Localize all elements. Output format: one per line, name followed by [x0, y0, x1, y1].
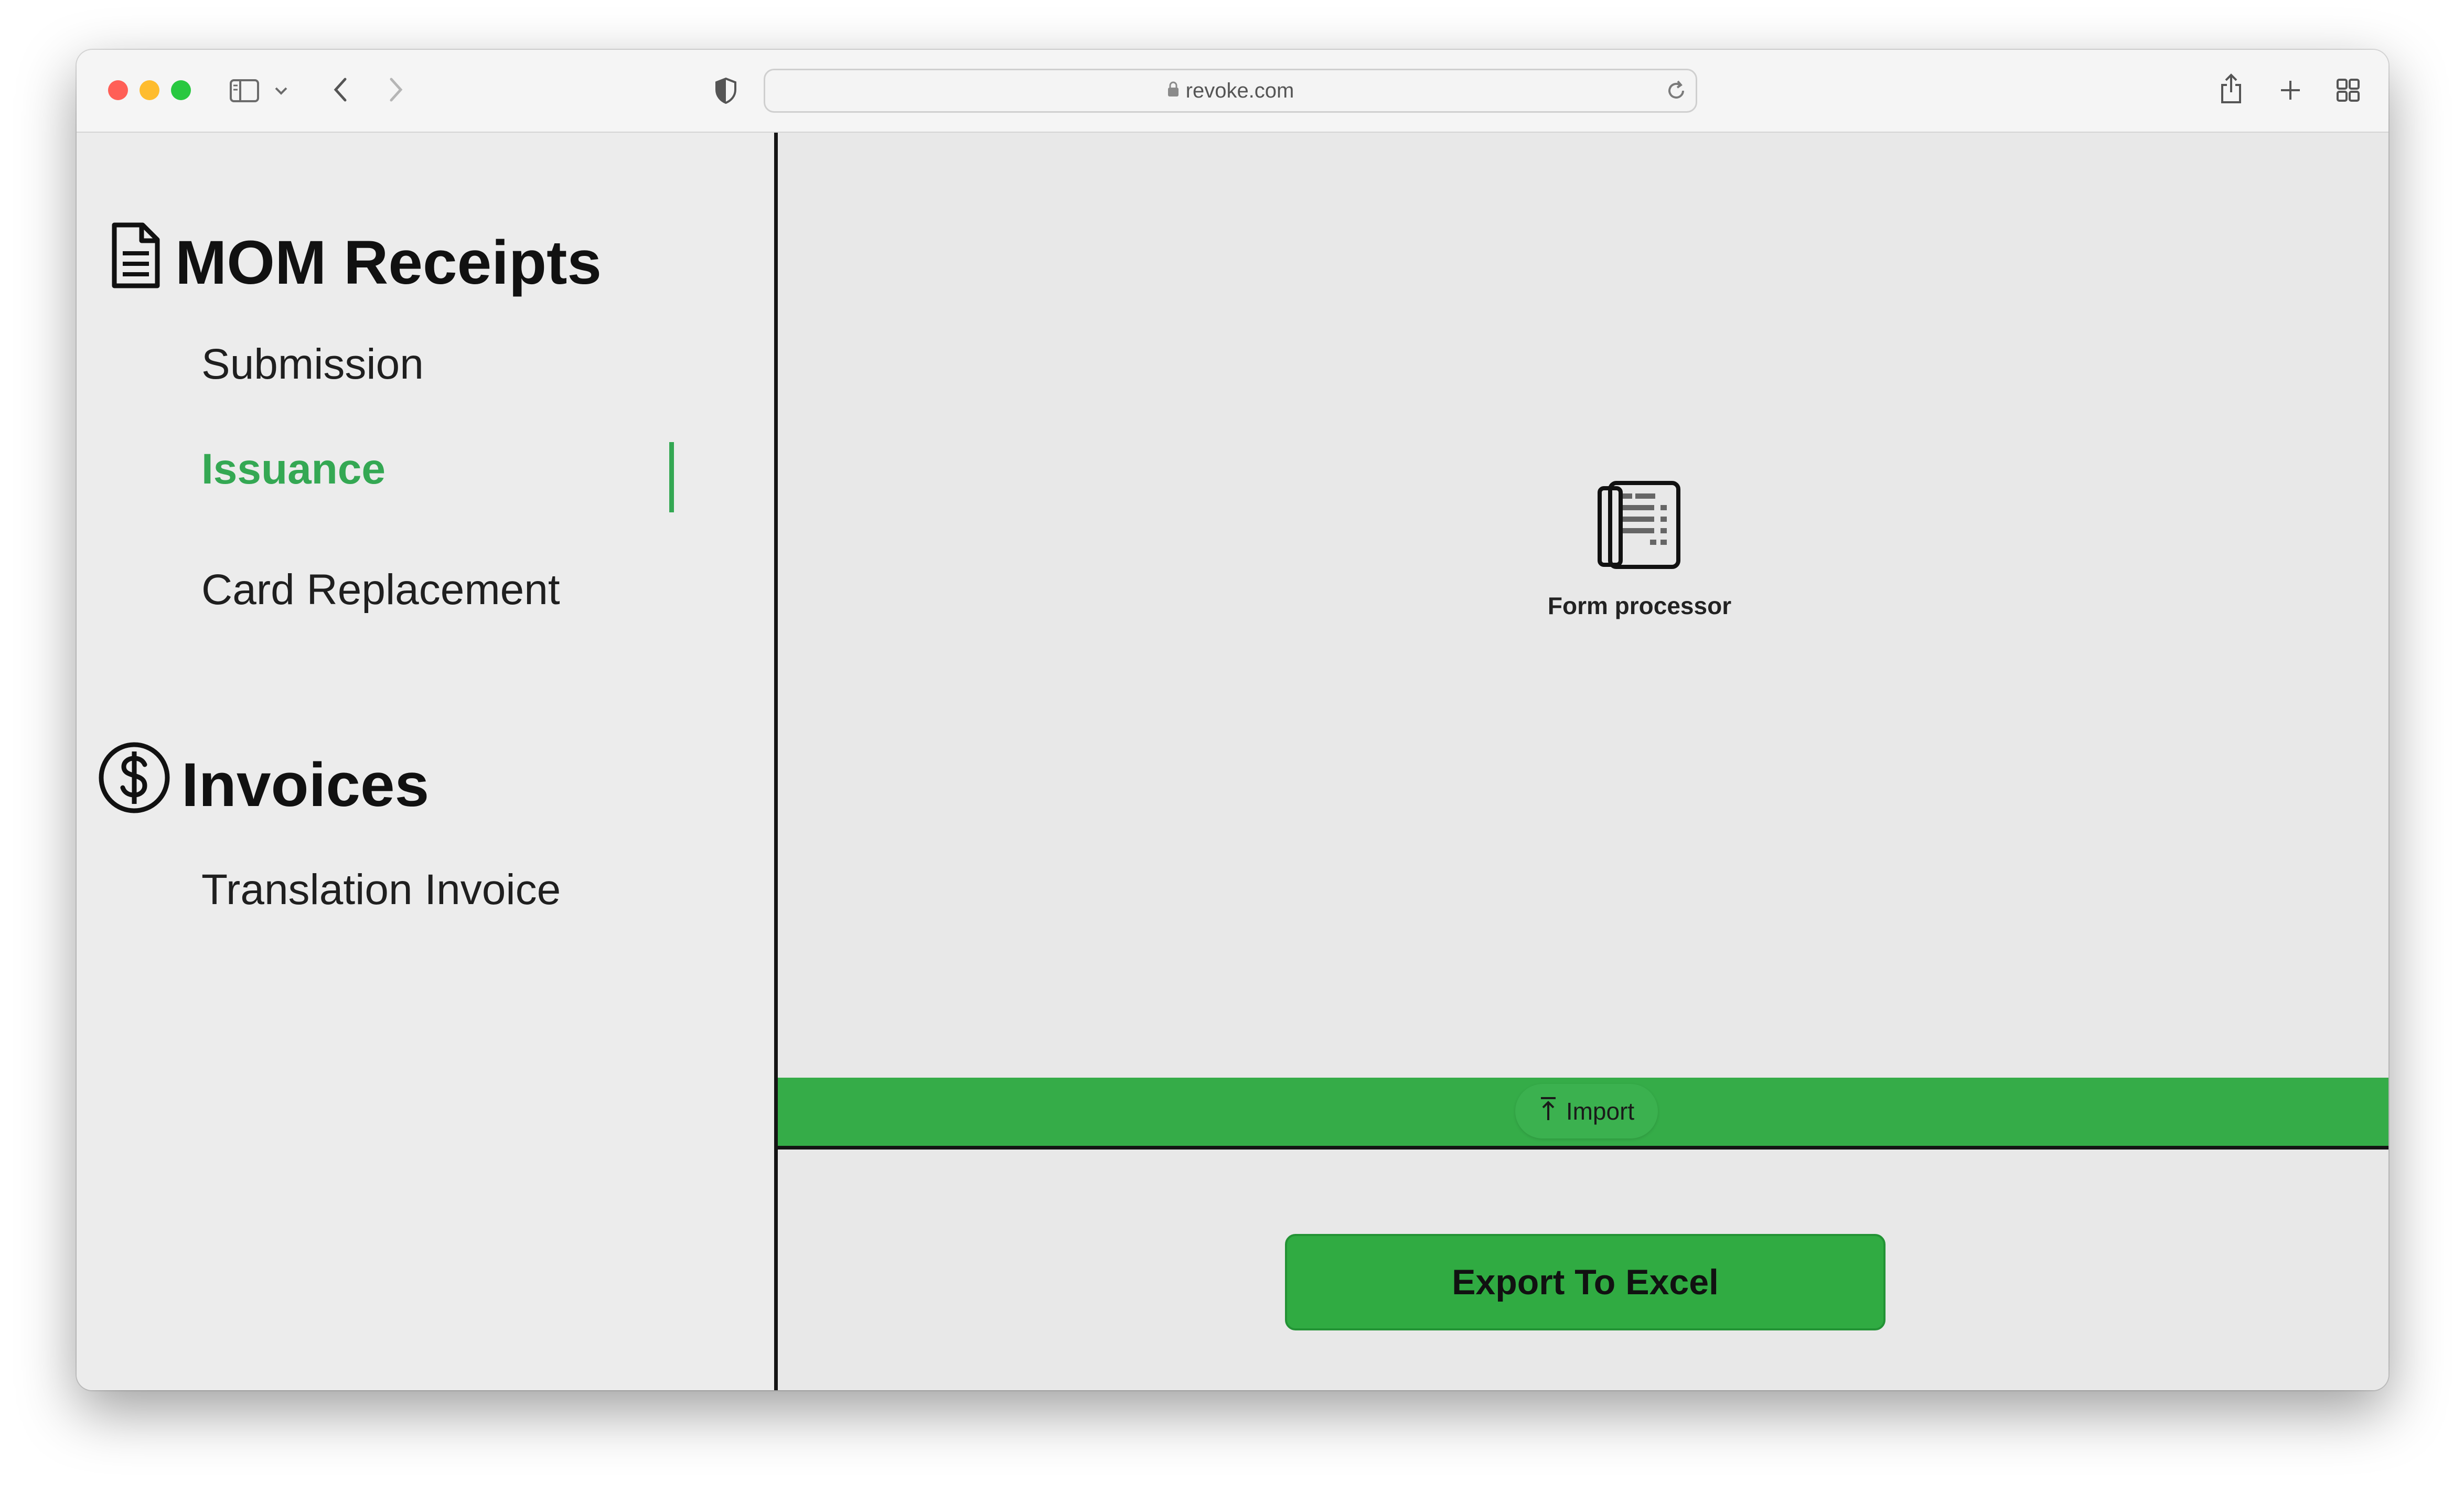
active-indicator [669, 442, 674, 512]
form-processor-icon [1493, 480, 1786, 572]
section-title: MOM Receipts [175, 228, 602, 297]
forward-arrow-icon[interactable] [383, 74, 409, 105]
back-arrow-icon[interactable] [327, 74, 353, 105]
browser-toolbar: revoke.com [77, 50, 2388, 133]
section-mom-receipts: MOM Receipts [106, 222, 602, 304]
section-invoices: Invoices [98, 741, 429, 829]
main-content [778, 133, 2388, 1390]
sidebar-item-submission[interactable]: Submission [201, 340, 424, 389]
privacy-shield-icon[interactable] [711, 75, 741, 106]
share-icon[interactable] [2216, 70, 2246, 108]
import-button[interactable]: Import [1515, 1084, 1658, 1138]
form-processor-label: Form processor [1547, 592, 1732, 619]
export-to-excel-button[interactable]: Export To Excel [1285, 1234, 1886, 1330]
zoom-window-button[interactable] [171, 80, 191, 100]
document-icon [106, 222, 165, 304]
sidebar-divider [774, 133, 778, 1390]
browser-window: revoke.com MOM Receipts Submission Issua… [77, 50, 2388, 1390]
lock-icon [1167, 79, 1180, 103]
sidebar: MOM Receipts Submission Issuance Card Re… [77, 133, 774, 1390]
import-label: Import [1566, 1098, 1635, 1125]
sidebar-item-issuance[interactable]: Issuance [201, 445, 385, 494]
sidebar-item-card-replacement[interactable]: Card Replacement [201, 565, 560, 615]
new-tab-plus-icon[interactable] [2276, 76, 2305, 104]
address-bar[interactable]: revoke.com [764, 69, 1697, 113]
upload-icon [1539, 1096, 1558, 1127]
url-text: revoke.com [1185, 79, 1294, 102]
section-title: Invoices [181, 750, 430, 820]
dollar-circle-icon [98, 741, 171, 829]
import-bar-divider [778, 1146, 2388, 1150]
close-window-button[interactable] [108, 80, 128, 100]
form-processor[interactable]: Form processor [1493, 480, 1786, 620]
chevron-down-icon[interactable] [272, 81, 291, 100]
reload-icon[interactable] [1664, 79, 1688, 105]
sidebar-toggle-icon[interactable] [229, 76, 260, 105]
tab-overview-icon[interactable] [2334, 76, 2362, 104]
sidebar-item-translation-invoice[interactable]: Translation Invoice [201, 865, 561, 915]
minimize-window-button[interactable] [140, 80, 159, 100]
